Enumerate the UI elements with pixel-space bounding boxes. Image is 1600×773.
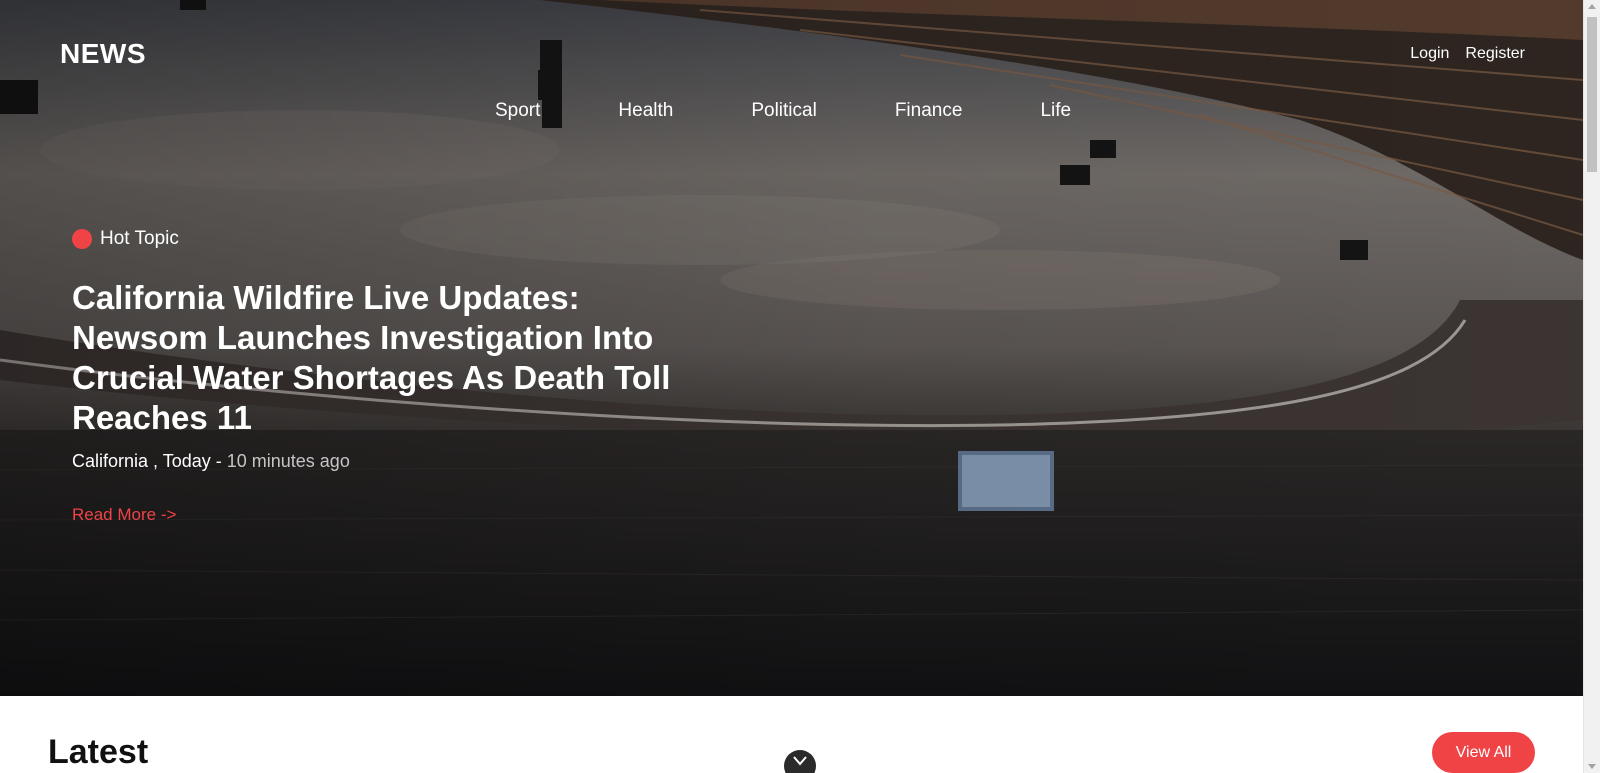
hot-topic-label: Hot Topic [100, 228, 179, 249]
scroll-down-button[interactable] [784, 750, 816, 773]
meta-separator: - [210, 451, 227, 471]
read-more-link[interactable]: Read More -> [72, 505, 176, 525]
chevron-down-icon [793, 756, 807, 766]
nav-item-health[interactable]: Health [618, 100, 673, 122]
hero-banner: NEWS Login Register Sport Health Politic… [0, 0, 1583, 696]
auth-links: Login Register [1410, 45, 1525, 63]
main-nav: Sport Health Political Finance Life [495, 100, 1149, 122]
nav-item-life[interactable]: Life [1040, 100, 1071, 122]
page: NEWS Login Register Sport Health Politic… [0, 0, 1583, 773]
article-meta: California , Today - 10 minutes ago [72, 451, 350, 472]
red-dot-icon [72, 229, 92, 249]
article-time-ago: 10 minutes ago [226, 451, 350, 471]
scrollbar-thumb[interactable] [1587, 17, 1597, 172]
nav-item-finance[interactable]: Finance [895, 100, 963, 122]
scroll-down-arrow-icon[interactable] [1588, 764, 1596, 769]
hot-topic-badge: Hot Topic [72, 228, 179, 250]
nav-item-sport[interactable]: Sport [495, 100, 540, 122]
article-location: California , Today [72, 451, 211, 471]
site-logo[interactable]: NEWS [60, 38, 146, 70]
page-scrollbar[interactable] [1583, 0, 1600, 773]
view-all-button[interactable]: View All [1432, 732, 1535, 773]
login-link[interactable]: Login [1410, 45, 1449, 63]
nav-item-political[interactable]: Political [751, 100, 816, 122]
register-link[interactable]: Register [1465, 45, 1525, 63]
hero-headline[interactable]: California Wildfire Live Updates: Newsom… [72, 278, 722, 438]
latest-section-title: Latest [48, 733, 149, 771]
scroll-up-arrow-icon[interactable] [1588, 4, 1596, 9]
